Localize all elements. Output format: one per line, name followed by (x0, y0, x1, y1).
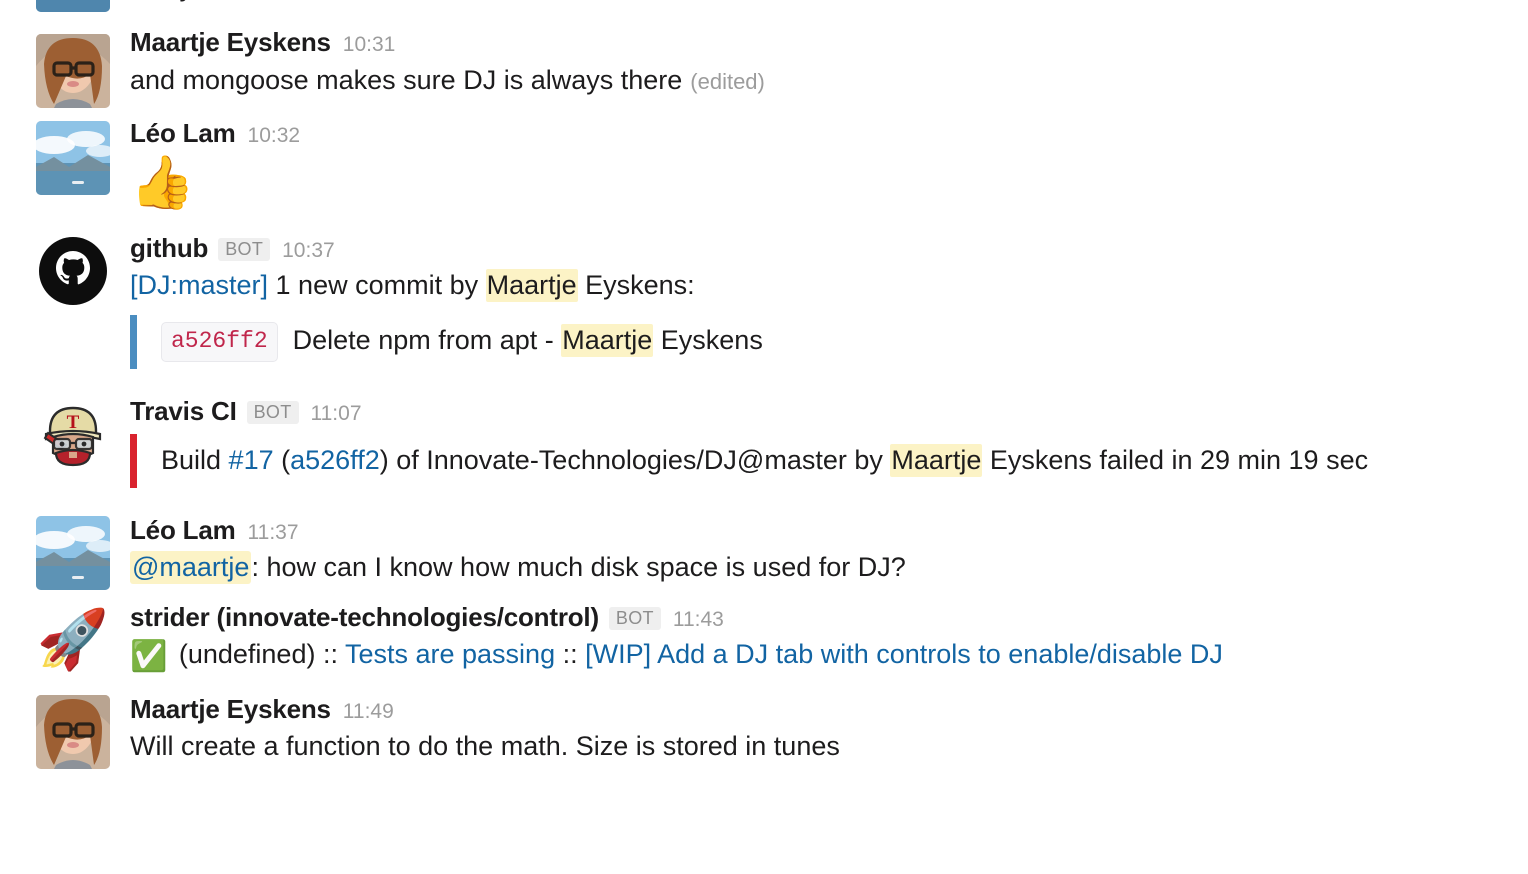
commit-attachment-text: a526ff2 Delete npm from apt - Maartje Ey… (161, 321, 763, 363)
message-timestamp[interactable]: 10:31 (343, 33, 396, 57)
message-row: Léo Lam 10:32 👍 (0, 117, 1528, 213)
message-row: github BOT 10:37 [DJ:master] 1 new commi… (0, 232, 1528, 370)
message-row: Maartje Eyskens 11:49 Will create a func… (0, 693, 1528, 769)
message-author[interactable]: Léo Lam (130, 514, 236, 547)
message-header: strider (innovate-technologies/control) … (130, 601, 1504, 634)
search-highlight: Maartje (890, 443, 983, 477)
travis-ci-mascot-icon: T (43, 406, 102, 467)
message-timestamp[interactable]: 10:37 (282, 239, 335, 263)
message-author[interactable]: Maartje Eyskens (130, 26, 331, 59)
avatar[interactable] (36, 233, 110, 308)
message-header: github BOT 10:37 (130, 232, 1504, 265)
build-attachment: Build #17 (a526ff2) of Innovate-Technolo… (130, 433, 1504, 488)
branch-link[interactable]: [DJ:master] (130, 270, 268, 300)
status-text-2: :: (555, 639, 586, 670)
message-author[interactable]: Maartje Eyskens (130, 693, 331, 726)
message-author[interactable]: strider (innovate-technologies/control) (130, 601, 599, 634)
user-mention[interactable]: @maartje (130, 551, 252, 585)
build-text-4: Eyskens failed in 29 min 19 sec (982, 444, 1369, 475)
message-timestamp[interactable]: 11:43 (673, 608, 724, 632)
tests-status-link[interactable]: Tests are passing (345, 639, 555, 669)
avatar[interactable] (36, 0, 110, 12)
truncated-message-top: Okay (0, 0, 1528, 12)
photo-seascape-leo-icon (36, 0, 110, 12)
message-row: 🚀 strider (innovate-technologies/control… (0, 601, 1528, 679)
message-emoji: 👍 (130, 153, 195, 212)
build-commit-link[interactable]: a526ff2 (290, 445, 380, 475)
message-timestamp[interactable]: 11:07 (311, 402, 362, 426)
build-text-1: Build (161, 444, 229, 475)
avatar[interactable] (36, 515, 110, 590)
build-number-link[interactable]: #17 (229, 445, 274, 475)
message-timestamp[interactable]: 11:37 (248, 521, 299, 545)
photo-portrait-maartje-icon (36, 694, 110, 769)
message-text-content: : how can I know how much disk space is … (251, 552, 906, 583)
message-text: and mongoose makes sure DJ is always the… (130, 59, 1504, 100)
message-text: @maartje: how can I know how much disk s… (130, 546, 1504, 587)
message-header: Maartje Eyskens 10:31 (130, 26, 1504, 59)
message-header: Travis CI BOT 11:07 (130, 395, 1504, 428)
message-text-mid: 1 new commit by (268, 270, 486, 301)
message-text: ✅ (undefined) :: Tests are passing :: [W… (130, 633, 1504, 678)
commit-author-text: Eyskens (653, 324, 763, 355)
message-author[interactable]: Travis CI (130, 395, 237, 428)
message-text: Will create a function to do the math. S… (130, 731, 840, 762)
message-list: Okay Maartje Eyskens 10:31 and mongoose … (0, 0, 1528, 769)
message-header: Maartje Eyskens 11:49 (130, 693, 1504, 726)
build-text-2: ( (273, 444, 291, 475)
avatar[interactable] (36, 34, 110, 108)
photo-portrait-maartje-icon (36, 34, 110, 108)
message-header: Léo Lam 10:32 (130, 117, 1504, 150)
message-text-content: and mongoose makes sure DJ is always the… (130, 64, 683, 95)
message-text: [DJ:master] 1 new commit by Maartje Eysk… (130, 264, 1504, 305)
pull-request-link[interactable]: [WIP] Add a DJ tab with controls to enab… (585, 639, 1223, 669)
message-timestamp[interactable]: 10:32 (248, 124, 301, 148)
status-text-1: (undefined) :: (171, 639, 345, 670)
message-timestamp[interactable]: 11:49 (343, 700, 394, 724)
avatar[interactable]: T (36, 397, 110, 472)
photo-seascape-leo-icon (36, 121, 110, 196)
message-text-end: Eyskens: (577, 270, 695, 301)
search-highlight: Maartje (561, 323, 654, 357)
bot-badge: BOT (218, 237, 271, 261)
build-attachment-text: Build #17 (a526ff2) of Innovate-Technolo… (161, 442, 1368, 480)
message-author[interactable]: Léo Lam (130, 117, 236, 150)
svg-text:T: T (67, 412, 80, 433)
check-mark-emoji-icon: ✅ (130, 640, 168, 674)
avatar[interactable] (36, 694, 110, 769)
message-row: Maartje Eyskens 10:31 and mongoose makes… (0, 26, 1528, 108)
message-header: Léo Lam 11:37 (130, 514, 1504, 547)
truncated-message-text: Okay (130, 0, 193, 3)
bot-badge: BOT (246, 401, 299, 425)
commit-attachment: a526ff2 Delete npm from apt - Maartje Ey… (130, 315, 1504, 370)
message-row: Léo Lam 11:37 @maartje: how can I know h… (0, 514, 1528, 590)
avatar[interactable] (36, 121, 110, 196)
edited-marker: (edited) (690, 68, 765, 94)
build-text-3: ) of Innovate-Technologies/DJ@master by (379, 444, 891, 475)
message-author[interactable]: github (130, 232, 208, 265)
rocket-emoji-icon: 🚀 (36, 606, 110, 672)
message-row: T Travis CI BOT 11:07 Build #17 (a526ff2… (0, 395, 1528, 488)
commit-hash-badge[interactable]: a526ff2 (161, 321, 278, 363)
commit-message-text: Delete npm from apt - (292, 324, 562, 355)
search-highlight: Maartje (485, 269, 578, 303)
photo-seascape-leo-icon (36, 515, 110, 590)
bot-badge: BOT (608, 606, 661, 630)
github-octocat-icon (39, 236, 107, 305)
avatar[interactable]: 🚀 (36, 603, 110, 677)
